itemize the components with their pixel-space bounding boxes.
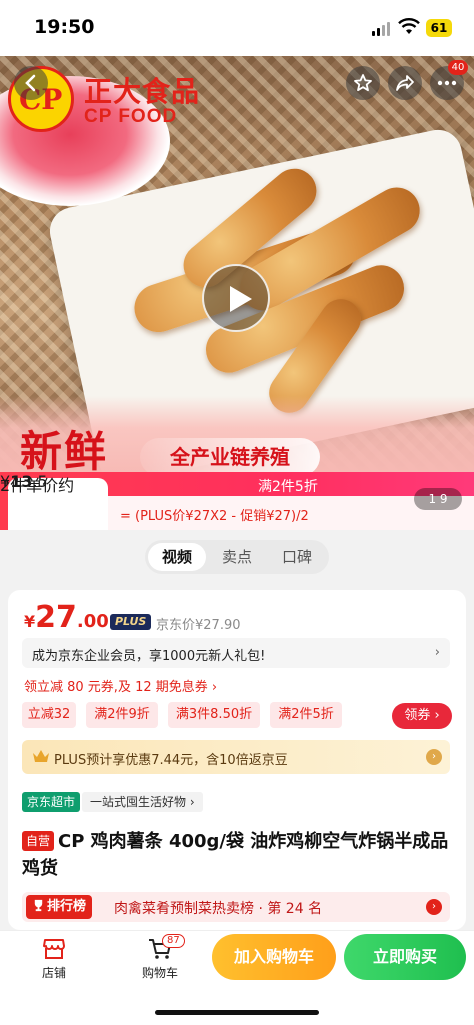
chevron-right-icon: › <box>426 899 442 915</box>
play-icon <box>230 286 252 312</box>
share-button[interactable] <box>388 66 422 100</box>
crown-icon <box>33 750 49 762</box>
signal-icon <box>372 22 392 36</box>
ranking-text: 肉禽菜肴预制菜热卖榜 · 第 24 名 <box>114 901 323 917</box>
enterprise-member-banner[interactable]: 成为京东企业会员，享1000元新人礼包! › <box>22 638 450 668</box>
add-to-cart-button[interactable]: 加入购物车 <box>212 934 336 980</box>
trophy-icon <box>34 899 43 912</box>
promo-chip[interactable]: 满2件9折 <box>86 702 158 728</box>
battery-indicator: 61 <box>426 19 452 37</box>
chain-slogan: 全产业链养殖 <box>140 438 320 476</box>
store-label: 店铺 <box>41 966 66 980</box>
tab-reviews[interactable]: 口碑 <box>268 543 326 571</box>
wifi-icon <box>398 18 420 34</box>
promo-chip[interactable]: 立减32 <box>22 702 76 728</box>
back-button[interactable] <box>14 66 48 100</box>
coupon-link[interactable]: 领立减 80 元券,及 12 期免息券 › <box>24 676 217 695</box>
brand-name-cn: 正大食品 <box>84 75 201 108</box>
chevron-right-icon: › <box>426 749 442 765</box>
product-title: 自营 CP 鸡肉薯条 400g/袋 油炸鸡柳空气炸锅半成品鸡货 <box>22 828 452 882</box>
plus-savings-banner[interactable]: PLUS预计享优惠7.44元，含10倍返京豆 › <box>22 740 450 774</box>
member-text: 成为京东企业会员，享1000元新人礼包! <box>32 649 266 664</box>
jd-supermarket-tag: 京东超市 <box>22 792 81 812</box>
price-integer: 27 <box>35 600 77 635</box>
supermarket-desc: 一站式囤生活好物 › <box>82 792 203 812</box>
image-pager: 1 9 <box>414 488 462 510</box>
tab-video[interactable]: 视频 <box>148 543 206 571</box>
message-count-badge: 40 <box>448 60 468 75</box>
price-decimal: .00 <box>76 611 109 632</box>
status-bar: 19:50 61 <box>0 0 474 56</box>
ranking-banner[interactable]: 排行榜 肉禽菜肴预制菜热卖榜 · 第 24 名 › <box>22 892 450 922</box>
promo-chip[interactable]: 满2件5折 <box>270 702 342 728</box>
promo-calc-text: = (PLUS价¥27X2 - 促销¥27)/2 <box>120 509 309 524</box>
plus-savings-text: PLUS预计享优惠7.44元，含10倍返京豆 <box>54 753 288 768</box>
price-currency: ¥ <box>24 612 36 631</box>
home-indicator <box>155 1010 319 1015</box>
status-time: 19:50 <box>34 16 95 38</box>
cart-count-badge: 87 <box>162 934 185 948</box>
unit-price-value: ¥13.5 <box>0 472 48 491</box>
tab-selling-points[interactable]: 卖点 <box>208 543 266 571</box>
store-icon <box>43 939 65 959</box>
promo-deal-label: 满2件5折 <box>258 479 318 495</box>
product-title-text: CP 鸡肉薯条 400g/袋 油炸鸡柳空气炸锅半成品鸡货 <box>22 831 449 879</box>
favorite-button[interactable] <box>346 66 380 100</box>
buy-now-button[interactable]: 立即购买 <box>344 934 466 980</box>
promo-chip[interactable]: 满3件8.50折 <box>168 702 260 728</box>
star-icon <box>354 74 372 92</box>
brand-name-en: CP FOOD <box>84 106 178 127</box>
more-dots-icon <box>437 80 457 86</box>
play-video-button[interactable] <box>202 264 270 332</box>
price: ¥27.00 <box>24 600 109 635</box>
plus-badge: PLUS <box>110 614 152 630</box>
jd-reference-price: 京东价¥27.90 <box>156 618 241 633</box>
claim-coupon-button[interactable]: 领券 › <box>392 703 452 729</box>
cart-label: 购物车 <box>141 966 178 980</box>
product-hero-image[interactable]: CP 正大食品 CP FOOD 40 新鲜 全产业链养殖 <box>0 56 474 476</box>
chevron-left-icon <box>25 74 36 92</box>
self-operated-tag: 自营 <box>22 831 55 851</box>
chevron-right-icon: › <box>434 645 440 660</box>
content-tabs: 视频 卖点 口碑 <box>145 540 329 574</box>
ranking-tag: 排行榜 <box>26 895 93 919</box>
store-button[interactable]: 店铺 <box>24 938 84 981</box>
share-icon <box>396 75 414 91</box>
fresh-slogan: 新鲜 <box>20 427 109 476</box>
